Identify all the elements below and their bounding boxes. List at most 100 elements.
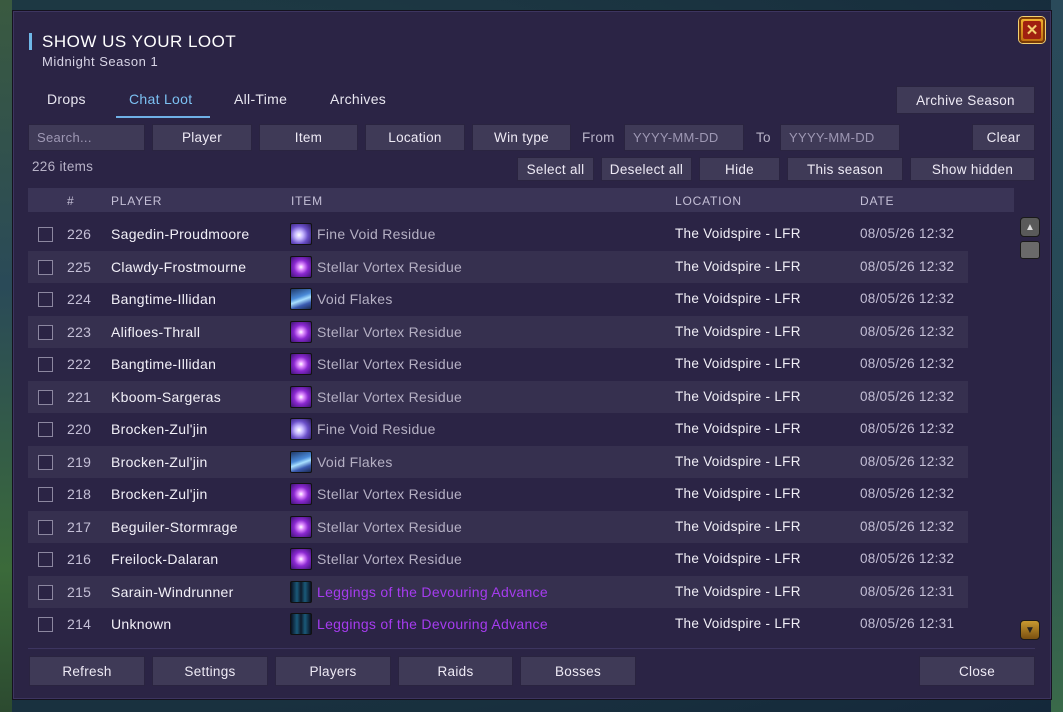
from-label: From [582, 130, 615, 145]
active-tab-underline [116, 116, 210, 118]
row-checkbox[interactable] [38, 259, 53, 275]
refresh-button[interactable]: Refresh [29, 656, 145, 686]
table-row[interactable]: 222 Bangtime-Illidan Stellar Vortex Resi… [28, 348, 968, 381]
close-button[interactable]: Close [919, 656, 1035, 686]
row-player: Brocken-Zul'jin [111, 421, 208, 437]
row-checkbox[interactable] [38, 292, 53, 307]
table-row[interactable]: 221 Kboom-Sargeras Stellar Vortex Residu… [28, 380, 968, 413]
row-player: Brocken-Zul'jin [111, 486, 208, 502]
table-row[interactable]: 214 Unknown Leggings of the Devouring Ad… [28, 608, 968, 641]
table-row[interactable]: 223 Alifloes-Thrall Stellar Vortex Resid… [28, 315, 968, 348]
row-player: Bangtime-Illidan [111, 356, 217, 372]
row-player: Kboom-Sargeras [111, 388, 222, 405]
row-item[interactable]: Stellar Vortex Residue [317, 519, 462, 535]
column-header-player[interactable]: PLAYER [111, 194, 162, 208]
scroll-up-button[interactable]: ▲ [1020, 217, 1040, 237]
row-player: Sagedin-Proudmoore [111, 226, 250, 242]
tab-all-time[interactable]: All-Time [234, 91, 287, 107]
players-button[interactable]: Players [275, 656, 391, 686]
tab-archives[interactable]: Archives [330, 91, 386, 107]
row-checkbox[interactable] [38, 454, 53, 470]
void-flakes-icon [290, 288, 312, 310]
leggings-icon [290, 580, 312, 603]
show-hidden-button[interactable]: Show hidden [910, 157, 1035, 181]
row-item[interactable]: Leggings of the Devouring Advance [317, 584, 548, 600]
row-item[interactable]: Stellar Vortex Residue [317, 324, 462, 340]
loot-table: 226 Sagedin-Proudmoore Fine Void Residue… [28, 218, 968, 641]
row-date: 08/05/26 12:31 [860, 583, 955, 599]
row-date: 08/05/26 12:32 [860, 486, 955, 501]
table-row[interactable]: 226 Sagedin-Proudmoore Fine Void Residue… [28, 218, 968, 251]
close-window-button[interactable]: ✕ [1019, 17, 1045, 43]
tab-chat-loot[interactable]: Chat Loot [129, 91, 192, 107]
scroll-down-button[interactable]: ▼ [1020, 620, 1040, 640]
row-date: 08/05/26 12:32 [860, 226, 955, 241]
row-item[interactable]: Stellar Vortex Residue [317, 551, 462, 567]
location-filter-button[interactable]: Location [365, 124, 465, 151]
raids-button[interactable]: Raids [398, 656, 513, 686]
bosses-button[interactable]: Bosses [520, 656, 636, 686]
row-checkbox[interactable] [38, 617, 53, 632]
row-location: The Voidspire - LFR [675, 518, 801, 534]
table-row[interactable]: 218 Brocken-Zul'jin Stellar Vortex Resid… [28, 478, 968, 511]
row-item[interactable]: Stellar Vortex Residue [317, 389, 462, 405]
player-filter-button[interactable]: Player [152, 124, 252, 151]
to-date-input[interactable]: YYYY-MM-DD [780, 124, 900, 151]
row-number: 220 [67, 421, 92, 437]
row-checkbox[interactable] [38, 584, 53, 600]
row-checkbox[interactable] [38, 552, 53, 567]
column-header-location[interactable]: LOCATION [675, 194, 742, 208]
row-item[interactable]: Fine Void Residue [317, 421, 436, 437]
stellar-vortex-residue-icon [290, 353, 312, 375]
hide-button[interactable]: Hide [699, 157, 780, 181]
row-item[interactable]: Void Flakes [317, 291, 393, 307]
fine-void-residue-icon [290, 418, 312, 440]
settings-button[interactable]: Settings [152, 656, 268, 686]
table-row[interactable]: 216 Freilock-Dalaran Stellar Vortex Resi… [28, 543, 968, 576]
tab-drops[interactable]: Drops [47, 91, 86, 107]
table-row[interactable]: 217 Beguiler-Stormrage Stellar Vortex Re… [28, 510, 968, 543]
archive-season-button[interactable]: Archive Season [896, 86, 1035, 114]
row-checkbox[interactable] [38, 227, 53, 242]
column-header-number[interactable]: # [67, 194, 74, 208]
column-header-date[interactable]: DATE [860, 194, 894, 208]
stellar-vortex-residue-icon [290, 255, 312, 278]
row-item[interactable]: Fine Void Residue [317, 226, 436, 242]
row-location: The Voidspire - LFR [675, 421, 801, 436]
stellar-vortex-residue-icon [290, 548, 312, 570]
this-season-button[interactable]: This season [787, 157, 903, 181]
row-item[interactable]: Stellar Vortex Residue [317, 486, 462, 502]
row-checkbox[interactable] [38, 487, 53, 502]
row-checkbox[interactable] [38, 389, 53, 405]
row-checkbox[interactable] [38, 422, 53, 437]
row-checkbox[interactable] [38, 324, 53, 340]
column-header-item[interactable]: ITEM [291, 194, 323, 208]
table-row[interactable]: 219 Brocken-Zul'jin Void Flakes The Void… [28, 445, 968, 478]
row-checkbox[interactable] [38, 357, 53, 372]
row-location: The Voidspire - LFR [675, 356, 801, 371]
row-item[interactable]: Stellar Vortex Residue [317, 356, 462, 372]
row-item[interactable]: Stellar Vortex Residue [317, 259, 462, 275]
table-row[interactable]: 215 Sarain-Windrunner Leggings of the De… [28, 575, 968, 608]
search-input[interactable]: Search... [28, 124, 145, 151]
row-location: The Voidspire - LFR [675, 453, 801, 469]
scrollbar-thumb[interactable] [1020, 241, 1040, 259]
table-row[interactable]: 220 Brocken-Zul'jin Fine Void Residue Th… [28, 413, 968, 446]
table-row[interactable]: 225 Clawdy-Frostmourne Stellar Vortex Re… [28, 250, 968, 283]
row-location: The Voidspire - LFR [675, 291, 801, 306]
clear-button[interactable]: Clear [972, 124, 1035, 151]
row-location: The Voidspire - LFR [675, 551, 801, 566]
window-title: SHOW US YOUR LOOT [42, 32, 237, 51]
select-all-button[interactable]: Select all [517, 157, 594, 181]
from-date-input[interactable]: YYYY-MM-DD [624, 124, 744, 151]
row-item[interactable]: Leggings of the Devouring Advance [317, 616, 548, 632]
deselect-all-button[interactable]: Deselect all [601, 157, 692, 181]
table-row[interactable]: 224 Bangtime-Illidan Void Flakes The Voi… [28, 283, 968, 316]
row-checkbox[interactable] [38, 519, 53, 535]
row-number: 218 [67, 486, 92, 502]
win-type-filter-button[interactable]: Win type [472, 124, 571, 151]
row-item[interactable]: Void Flakes [317, 454, 393, 470]
item-filter-button[interactable]: Item [259, 124, 358, 151]
row-number: 223 [67, 323, 92, 340]
close-icon: ✕ [1023, 21, 1041, 39]
